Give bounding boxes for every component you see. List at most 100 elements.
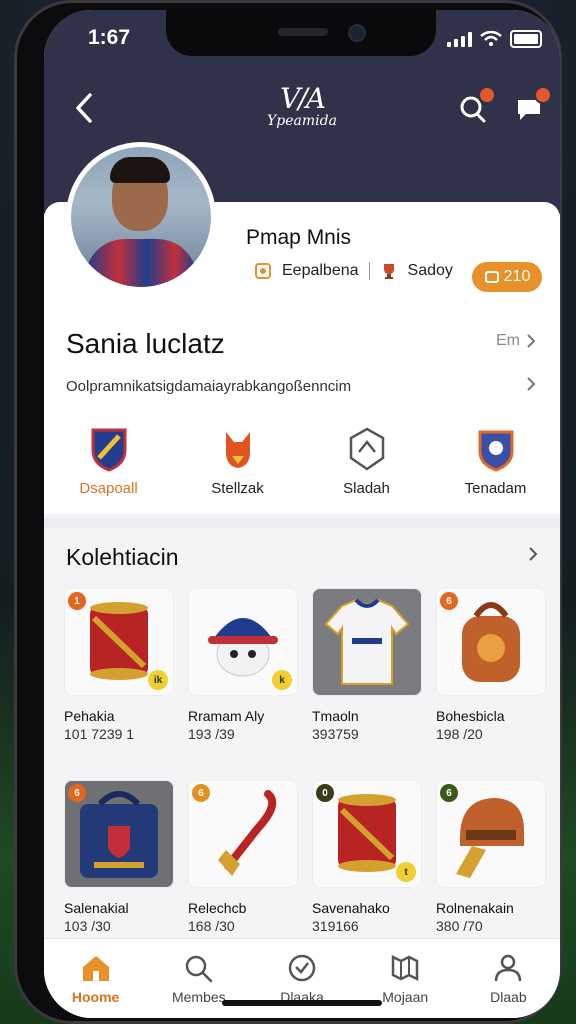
home-icon [82,956,109,981]
collection-item[interactable]: 6 Relechcb 168 /30 [188,780,298,934]
coin-icon [484,271,499,283]
category-row: Dsapoall Stellzak Sladah Tenadam [44,426,560,512]
item-tag: t [396,862,416,882]
item-name: Bohesbicla [436,708,505,724]
search-button[interactable] [458,86,496,126]
home-indicator [222,1000,382,1006]
check-circle-icon [288,954,316,982]
avatar[interactable] [66,142,216,292]
notch [166,10,436,56]
rank-badge: 6 [440,784,458,802]
item-thumbnail: 6 [64,780,174,888]
item-thumbnail: 0 t [312,780,422,888]
notification-dot [534,86,552,104]
bottom-tab-bar: Hoome Membes Dlaaka Mojaan Dlaab [44,938,560,1018]
shield-crest-icon [91,428,126,472]
collection-item[interactable]: Tmaoln 393759 [312,588,422,742]
category-sladah[interactable]: Sladah [302,426,431,512]
wifi-icon [480,31,502,46]
section-subtitle: Oolpramnikatsigdamaiayrabkangoßenncim [66,378,352,395]
chevron-right-icon [527,334,536,348]
item-stats: 198 /20 [436,726,483,742]
person-icon [495,954,522,982]
item-stats: 103 /30 [64,918,111,934]
status-icons [447,30,542,48]
shield-icon [255,263,271,279]
category-dsapoall[interactable]: Dsapoall [44,426,173,512]
category-label: Sladah [343,480,390,497]
item-tag: k [272,670,292,690]
item-stats: 380 /70 [436,918,483,934]
item-stats: 168 /30 [188,918,235,934]
profile-name: Pmap Mnis [246,226,352,249]
section-divider [44,518,560,528]
meta-team: Eepalbena [282,262,359,279]
collection-item[interactable]: k Rramam Aly 193 /39 [188,588,298,742]
see-more-label: Em [496,332,520,349]
avatar-hair [110,157,170,183]
chevron-right-icon[interactable] [528,546,538,562]
collection-title: Kolehtiacin [66,544,179,570]
collection-grid: 1 ik Pehakia 101 7239 1 k Rramam Aly 193… [64,588,548,934]
app-logo: V/A Ypeamida [244,82,360,129]
trophy-icon [383,264,394,279]
tab-dlaaka[interactable]: Dlaaka [250,939,353,1018]
points-value: 210 [503,268,531,285]
item-stats: 319166 [312,918,359,934]
points-button[interactable]: 210 [472,262,542,292]
tab-members[interactable]: Membes [147,939,250,1018]
collection-item[interactable]: 6 Bohesbicla 198 /20 [436,588,546,742]
see-more-link[interactable]: Em [496,332,536,350]
team-crest-icon [478,430,513,472]
category-label: Stellzak [211,480,264,497]
meta-role: Sadoy [407,262,453,279]
category-stellzak[interactable]: Stellzak [173,426,302,512]
item-name: Relechcb [188,900,247,916]
stadium-badge-icon [349,427,384,471]
logo-mark: V/A [280,82,326,115]
category-tenadam[interactable]: Tenadam [431,426,560,512]
collection-item[interactable]: 6 Rolnenakain 380 /70 [436,780,546,934]
map-icon [391,954,419,982]
tab-home[interactable]: Hoome [44,939,147,1018]
logo-word: Ypeamida [267,113,337,129]
tab-label: Dlaab [490,989,527,1005]
collection-item[interactable]: 6 Salenakial 103 /30 [64,780,174,934]
chevron-right-icon[interactable] [526,376,536,392]
rank-badge: 1 [68,592,86,610]
section-title: Sania luclatz [66,328,225,359]
tab-label: Mojaan [382,989,429,1005]
chat-button[interactable] [514,86,552,126]
item-thumbnail: 6 [436,780,546,888]
app-screen: 1:67 V/A Ypeamida Pmap Mnis Eepalbena Sa… [44,10,560,1018]
tab-label: Membes [171,989,226,1005]
item-name: Salenakial [64,900,129,916]
category-label: Dsapoall [79,480,138,497]
search-icon [185,955,213,983]
jersey-icon [324,598,410,685]
item-stats: 193 /39 [188,726,235,742]
item-tag: ik [148,670,168,690]
fox-mascot-icon [225,432,250,468]
rank-badge: 6 [440,592,458,610]
chevron-left-icon [76,93,92,123]
collection-item[interactable]: 1 ik Pehakia 101 7239 1 [64,588,174,742]
tab-label: Hoome [71,989,120,1005]
back-button[interactable] [64,88,104,128]
item-name: Pehakia [64,708,115,724]
rank-badge: 6 [192,784,210,802]
item-thumbnail: 6 [436,588,546,696]
profile-meta: Eepalbena Sadoy [254,262,453,280]
tab-mojaan[interactable]: Mojaan [354,939,457,1018]
item-name: Rramam Aly [188,708,265,724]
collection-item[interactable]: 0 t Savenahako 319166 [312,780,422,934]
item-thumbnail: 1 ik [64,588,174,696]
phone-frame: 1:67 V/A Ypeamida Pmap Mnis Eepalbena Sa… [14,0,562,1024]
item-stats: 393759 [312,726,359,742]
item-stats: 101 7239 1 [64,726,135,742]
item-thumbnail: k [188,588,298,696]
item-name: Rolnenakain [436,900,514,916]
signal-icon [447,31,472,47]
speaker [278,28,328,36]
tab-dlaab[interactable]: Dlaab [457,939,560,1018]
